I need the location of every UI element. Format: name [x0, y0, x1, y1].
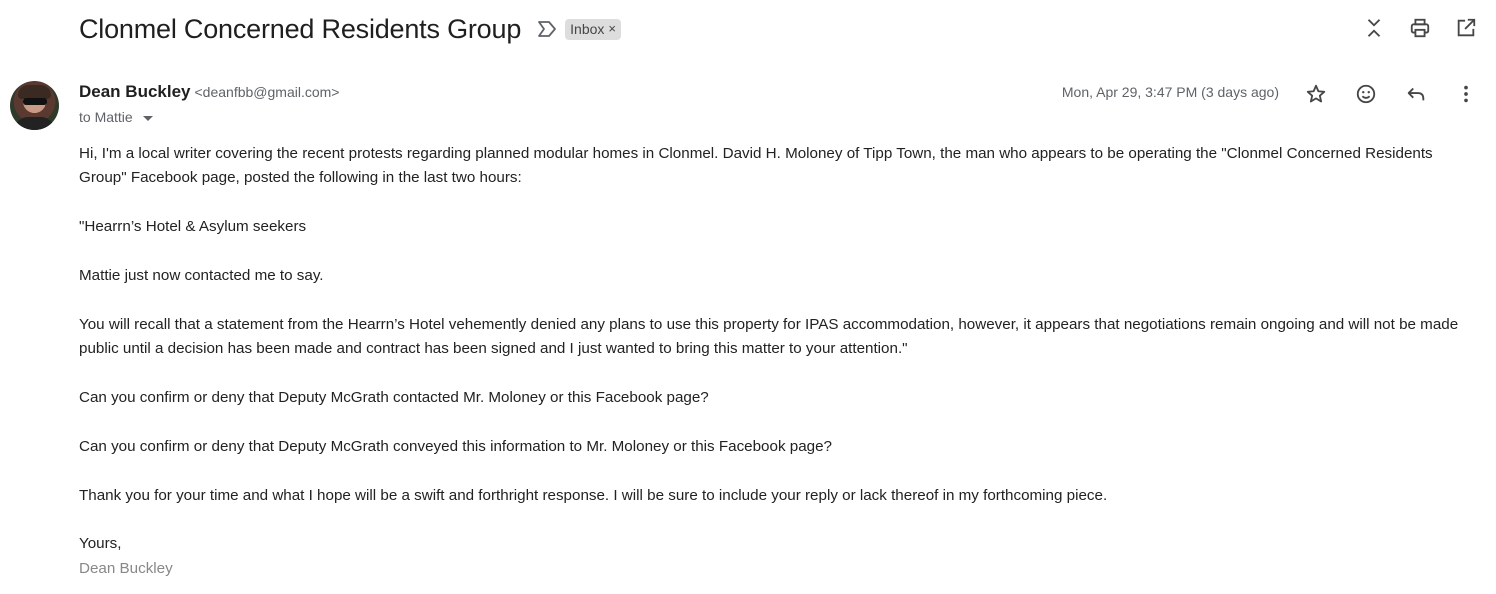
- emoji-icon[interactable]: [1354, 82, 1378, 106]
- thread-header: Clonmel Concerned Residents Group Inbox …: [79, 12, 621, 46]
- sender-name[interactable]: Dean Buckley: [79, 82, 191, 102]
- caret-down-icon[interactable]: [142, 115, 153, 121]
- recipients-label: to Mattie: [79, 109, 133, 125]
- message-body: Hi, I'm a local writer covering the rece…: [79, 142, 1479, 581]
- recipients-toggle[interactable]: to Mattie: [79, 109, 153, 125]
- remove-label-button[interactable]: ×: [608, 21, 616, 36]
- label-chip-inbox: Inbox ×: [565, 18, 621, 40]
- body-paragraph: Hi, I'm a local writer covering the rece…: [79, 145, 1433, 187]
- closing-line: Yours,: [79, 535, 122, 553]
- star-icon[interactable]: [1304, 82, 1328, 106]
- body-paragraph: Can you confirm or deny that Deputy McGr…: [79, 389, 709, 406]
- body-paragraph: Mattie just now contacted me to say.: [79, 267, 324, 284]
- body-paragraph: Can you confirm or deny that Deputy McGr…: [79, 437, 832, 455]
- sender-row: Dean Buckley <deanfbb@gmail.com>: [79, 82, 339, 102]
- reply-icon[interactable]: [1404, 82, 1428, 106]
- body-paragraph: You will recall that a statement from th…: [79, 315, 1459, 358]
- sender-email: <deanfbb@gmail.com>: [194, 84, 340, 100]
- avatar-shirt: [14, 117, 55, 130]
- important-marker-icon[interactable]: [537, 20, 557, 38]
- message-actions: [1304, 82, 1478, 106]
- body-paragraph: Thank you for your time and what I hope …: [79, 486, 1108, 504]
- body-paragraph: "Hearrn’s Hotel & Asylum seekers: [79, 218, 307, 236]
- thread-actions: [1362, 16, 1478, 40]
- more-vert-icon[interactable]: [1454, 82, 1478, 106]
- message-date: Mon, Apr 29, 3:47 PM (3 days ago): [1061, 84, 1279, 100]
- thread-subject: Clonmel Concerned Residents Group: [79, 13, 522, 44]
- signature: Dean Buckley: [79, 559, 173, 577]
- print-icon[interactable]: [1408, 16, 1432, 40]
- sender-avatar[interactable]: [10, 81, 59, 130]
- collapse-all-icon[interactable]: [1362, 16, 1386, 40]
- label-chip-text: Inbox: [570, 20, 605, 37]
- avatar-hair: [18, 85, 51, 99]
- avatar-glasses: [23, 98, 47, 105]
- open-in-new-window-icon[interactable]: [1454, 16, 1478, 40]
